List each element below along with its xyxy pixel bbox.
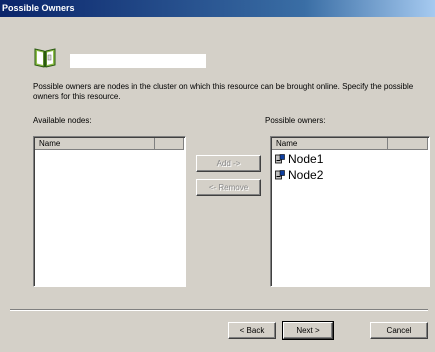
add-button[interactable]: Add -> [196,155,261,172]
dialog-title-bar: Possible Owners [0,0,435,17]
owner-list-item[interactable]: Node2 [275,168,323,182]
owner-node-label: Node2 [288,168,324,182]
available-column-spacer [155,138,184,150]
cancel-button[interactable]: Cancel [370,322,428,339]
available-nodes-list[interactable]: Name [33,136,186,287]
server-node-icon [275,154,285,164]
resource-name-field [70,54,206,68]
open-book-icon [34,48,56,68]
white-patch [413,158,429,180]
owner-node-label: Node1 [288,152,324,166]
owner-list-item[interactable]: Node1 [275,152,323,166]
description-text: Possible owners are nodes in the cluster… [33,82,414,101]
footer-separator [10,309,428,311]
dialog-title: Possible Owners [2,3,75,13]
owners-name-column-header[interactable]: Name [272,138,388,150]
possible-owners-label: Possible owners: [265,116,326,125]
available-name-column-header[interactable]: Name [35,138,155,150]
server-node-icon [275,170,285,180]
owners-column-spacer [388,138,428,150]
next-button[interactable]: Next > [282,321,334,340]
back-button[interactable]: < Back [228,322,276,339]
possible-owners-list[interactable]: Name Node1 Node2 [270,136,430,287]
remove-button[interactable]: <- Remove [196,179,261,196]
available-nodes-label: Available nodes: [33,116,92,125]
